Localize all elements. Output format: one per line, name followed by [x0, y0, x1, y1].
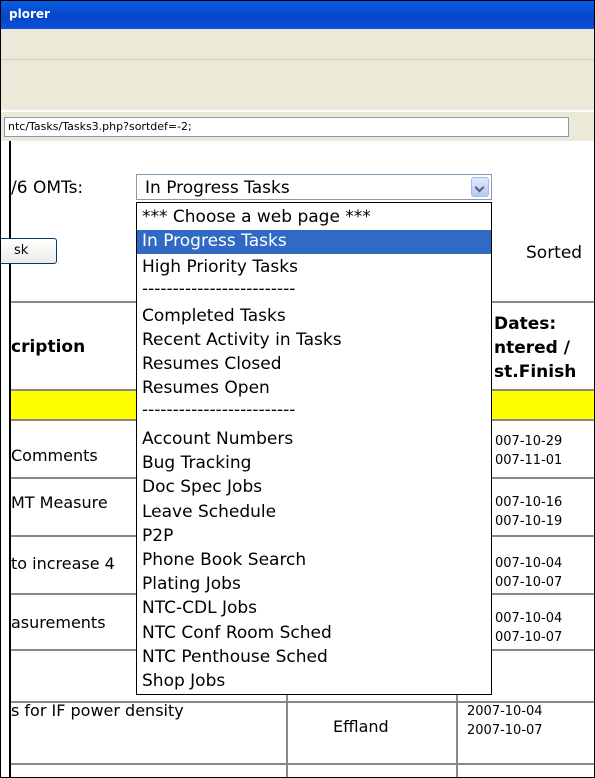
option-label: NTC Penthouse Sched: [142, 647, 328, 667]
address-bar: ntc/Tasks/Tasks3.php?sortdef=-2;: [1, 111, 594, 142]
row-description: s for IF power density: [11, 701, 184, 720]
row-description: Comments: [11, 446, 98, 465]
row-description: MT Measure: [11, 493, 108, 512]
option-label: -------------------------: [142, 400, 296, 420]
dropdown-option[interactable]: Phone Book Search: [137, 549, 491, 573]
option-label: Completed Tasks: [142, 306, 286, 326]
option-label: Recent Activity in Tasks: [142, 330, 342, 350]
row-date-finish: 007-10-07: [495, 575, 563, 590]
dropdown-option[interactable]: Doc Spec Jobs: [137, 476, 491, 500]
option-label: Account Numbers: [142, 429, 294, 449]
dropdown-separator[interactable]: -------------------------: [137, 278, 491, 302]
dropdown-option[interactable]: Recent Activity in Tasks: [137, 329, 491, 353]
dropdown-option[interactable]: Completed Tasks: [137, 305, 491, 329]
option-label: Phone Book Search: [142, 550, 307, 570]
dropdown-option[interactable]: Account Numbers: [137, 428, 491, 452]
row-date-finish: 007-10-19: [495, 514, 563, 529]
option-label: In Progress Tasks: [142, 231, 287, 251]
dropdown-option[interactable]: High Priority Tasks: [137, 256, 491, 280]
browser-window: plorer ntc/Tasks/Tasks3.php?sortdef=-2; …: [0, 0, 595, 778]
option-label: *** Choose a web page ***: [142, 207, 371, 227]
header-description: cription: [11, 337, 86, 357]
row-date-entered: 2007-10-04: [467, 704, 543, 719]
dropdown-option[interactable]: NTC Conf Room Sched: [137, 622, 491, 646]
row-date-entered: 007-10-29: [495, 434, 563, 449]
option-label: NTC-CDL Jobs: [142, 598, 258, 618]
window-title: plorer: [9, 7, 50, 21]
header-dates-line1: Dates:: [494, 314, 557, 334]
header-dates-line3: st.Finish: [494, 362, 577, 382]
select-current-value: In Progress Tasks: [145, 178, 290, 198]
table-row-divider: [11, 763, 594, 765]
option-label: Resumes Open: [142, 378, 270, 398]
option-label: NTC Conf Room Sched: [142, 623, 332, 643]
row-owner: Effland: [333, 717, 389, 736]
header-dates-line2: ntered /: [494, 338, 570, 358]
dropdown-separator[interactable]: -------------------------: [137, 399, 491, 423]
option-label: Leave Schedule: [142, 502, 277, 522]
row-date-entered: 007-10-04: [495, 611, 563, 626]
new-task-button-label: sk: [14, 243, 29, 258]
row-description: asurements: [11, 613, 106, 632]
option-label: Doc Spec Jobs: [142, 477, 263, 497]
option-label: -------------------------: [142, 279, 296, 299]
menu-bar: [1, 29, 594, 60]
sorted-label: Sorted: [526, 243, 583, 263]
select-dropdown-list: *** Choose a web page *** In Progress Ta…: [136, 202, 492, 695]
row-date-entered: 007-10-16: [495, 495, 563, 510]
page-select[interactable]: In Progress Tasks: [136, 174, 492, 200]
row-date-finish: 007-10-07: [495, 630, 563, 645]
dropdown-option[interactable]: Bug Tracking: [137, 452, 491, 476]
option-label: Plating Jobs: [142, 574, 241, 594]
dropdown-option[interactable]: Leave Schedule: [137, 501, 491, 525]
dropdown-option[interactable]: NTC-CDL Jobs: [137, 597, 491, 621]
dropdown-option-selected[interactable]: In Progress Tasks: [137, 230, 491, 254]
row-date-finish: 2007-10-07: [467, 723, 543, 738]
address-input[interactable]: ntc/Tasks/Tasks3.php?sortdef=-2;: [4, 117, 569, 137]
row-date-entered: 007-10-04: [495, 556, 563, 571]
dropdown-option[interactable]: P2P: [137, 525, 491, 549]
row-date-finish: 007-11-01: [495, 453, 563, 468]
option-label: Bug Tracking: [142, 453, 252, 473]
option-label: P2P: [142, 526, 174, 546]
row-description: to increase 4: [11, 554, 115, 573]
option-label: High Priority Tasks: [142, 257, 298, 277]
option-label: Shop Jobs: [142, 671, 226, 691]
dropdown-option[interactable]: Resumes Open: [137, 377, 491, 401]
dropdown-option[interactable]: Plating Jobs: [137, 573, 491, 597]
page-heading: /6 OMTs:: [11, 178, 84, 198]
title-bar: plorer: [1, 1, 594, 29]
toolbar: [1, 60, 594, 110]
dropdown-option[interactable]: Resumes Closed: [137, 353, 491, 377]
new-task-button[interactable]: sk: [1, 238, 57, 264]
dropdown-option[interactable]: Shop Jobs: [137, 670, 491, 694]
option-label: Resumes Closed: [142, 354, 282, 374]
dropdown-option[interactable]: NTC Penthouse Sched: [137, 646, 491, 670]
dropdown-option[interactable]: *** Choose a web page ***: [137, 206, 491, 230]
chevron-down-icon[interactable]: [471, 177, 489, 197]
